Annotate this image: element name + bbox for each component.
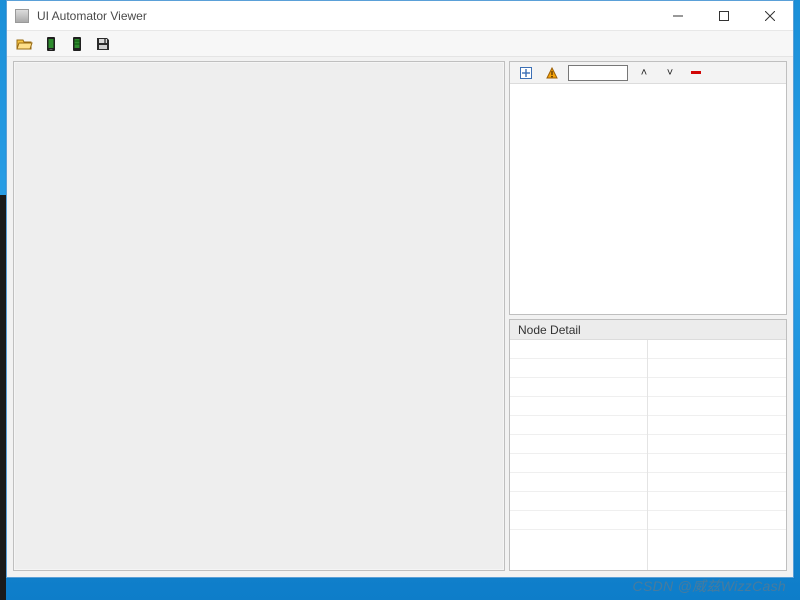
- table-row: [510, 435, 647, 454]
- hierarchy-tree[interactable]: [510, 84, 786, 314]
- table-row: [510, 359, 647, 378]
- expand-all-button[interactable]: [516, 63, 536, 83]
- table-row: [510, 511, 647, 530]
- folder-open-icon: [16, 36, 34, 52]
- table-row: [648, 378, 786, 397]
- table-row: [648, 416, 786, 435]
- node-detail-panel: Node Detail: [509, 319, 787, 571]
- save-button[interactable]: [93, 34, 113, 54]
- tree-toolbar: ˄ ˅: [510, 62, 786, 84]
- main-toolbar: [7, 31, 793, 57]
- device-dump-icon: [43, 36, 59, 52]
- table-row: [510, 454, 647, 473]
- maximize-icon: [719, 11, 729, 21]
- table-row: [648, 492, 786, 511]
- table-row: [648, 435, 786, 454]
- detail-value-column: [648, 340, 786, 570]
- titlebar[interactable]: UI Automator Viewer: [7, 1, 793, 31]
- table-row: [510, 378, 647, 397]
- tree-filter-input[interactable]: [568, 65, 628, 81]
- next-match-button[interactable]: ˅: [660, 63, 680, 83]
- expand-all-icon: [520, 67, 532, 79]
- prev-match-button[interactable]: ˄: [634, 63, 654, 83]
- chevron-up-icon: ˄: [641, 67, 647, 79]
- detail-key-column: [510, 340, 648, 570]
- table-row: [510, 473, 647, 492]
- node-detail-table[interactable]: [510, 340, 786, 570]
- table-row: [510, 416, 647, 435]
- clear-filter-button[interactable]: [686, 63, 706, 83]
- maximize-button[interactable]: [701, 1, 747, 31]
- device-dump-compressed-icon: [69, 36, 85, 52]
- table-row: [648, 511, 786, 530]
- device-screenshot-button[interactable]: [41, 34, 61, 54]
- minimize-icon: [673, 11, 683, 21]
- app-icon: [15, 9, 29, 23]
- close-icon: [765, 11, 775, 21]
- table-row: [510, 340, 647, 359]
- minus-icon: [691, 71, 701, 74]
- watermark-text: CSDN @威兹WizzCash: [633, 576, 786, 596]
- hierarchy-tree-panel: ˄ ˅: [509, 61, 787, 315]
- floppy-save-icon: [95, 36, 111, 52]
- window-title: UI Automator Viewer: [37, 9, 147, 23]
- table-row: [648, 454, 786, 473]
- table-row: [648, 359, 786, 378]
- table-row: [648, 340, 786, 359]
- warning-triangle-icon: [546, 67, 558, 79]
- right-column: ˄ ˅ Node Detail: [509, 61, 787, 571]
- close-button[interactable]: [747, 1, 793, 31]
- table-row: [648, 473, 786, 492]
- table-row: [510, 397, 647, 416]
- device-screenshot-compressed-button[interactable]: [67, 34, 87, 54]
- open-button[interactable]: [15, 34, 35, 54]
- content-area: ˄ ˅ Node Detail: [7, 57, 793, 577]
- table-row: [648, 397, 786, 416]
- screenshot-panel[interactable]: [13, 61, 505, 571]
- node-detail-header: Node Detail: [510, 320, 786, 340]
- minimize-button[interactable]: [655, 1, 701, 31]
- toggle-naf-button[interactable]: [542, 63, 562, 83]
- table-row: [510, 492, 647, 511]
- chevron-down-icon: ˅: [667, 67, 673, 79]
- app-window: UI Automator Viewer: [6, 0, 794, 578]
